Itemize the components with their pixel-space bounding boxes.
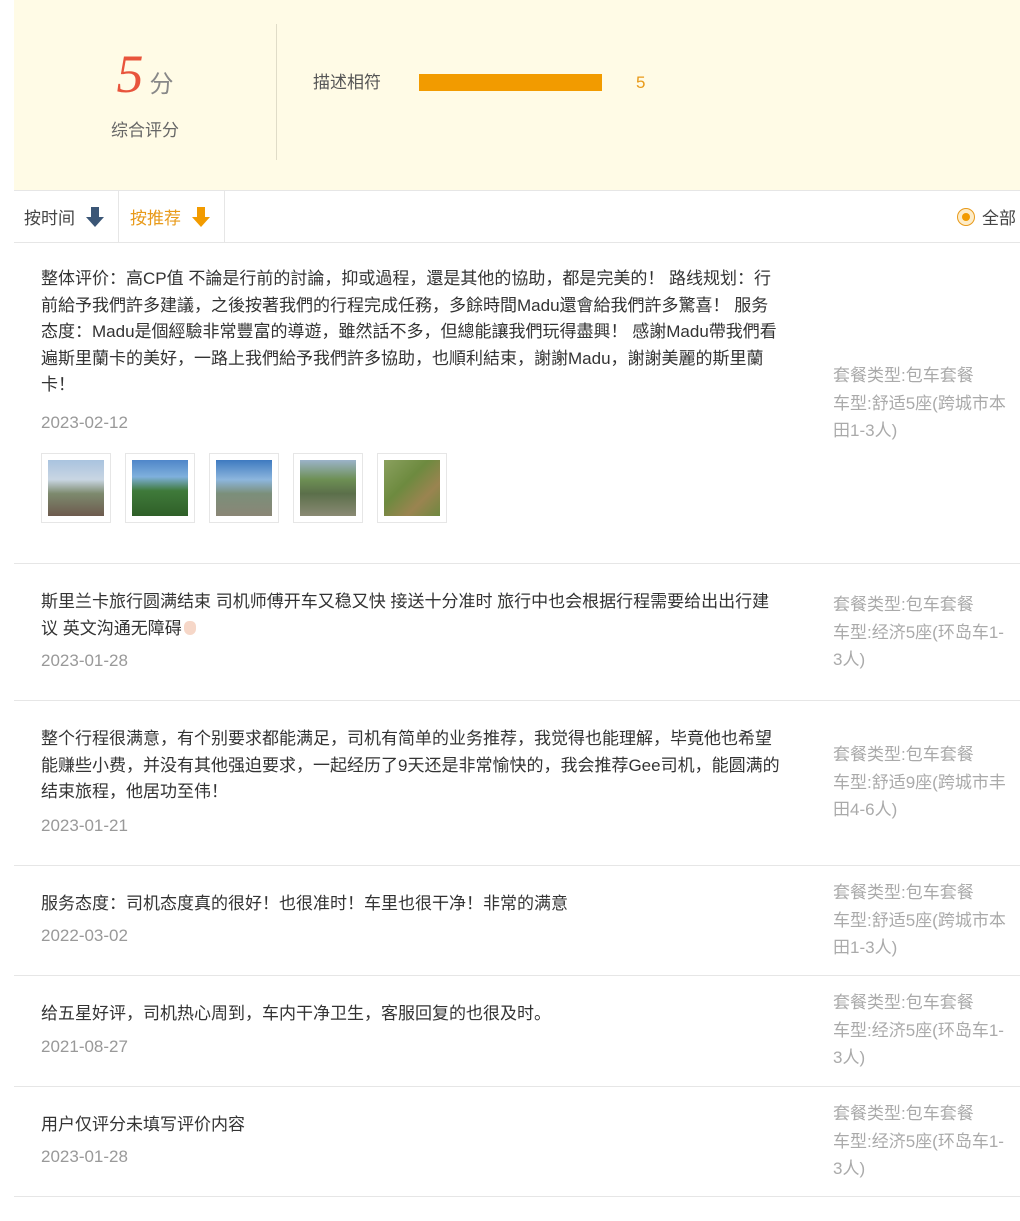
summary-divider [276,24,277,160]
review-item: 整体评价：高CP值 不論是行前的討論，抑或過程，還是其他的協助，都是完美的！ 路… [14,243,1020,564]
review-car-type: 车型:经济5座(环岛车1-3人) [833,622,1004,670]
review-car-type: 车型:舒适5座(跨城市本田1-3人) [833,393,1006,441]
arrow-down-icon [192,206,210,227]
ok-hand-emoji-icon [183,620,196,635]
review-date: 2023-02-12 [41,413,128,432]
sort-bar: 按时间 按推荐 全部 [14,191,1020,243]
photo-rock-icon[interactable] [293,453,363,523]
metric-bar [419,74,602,91]
review-car-type: 车型:经济5座(环岛车1-3人) [833,1020,1004,1068]
sort-by-time-label: 按时间 [24,209,75,228]
overall-score-box: 5分 综合评分 [14,0,276,190]
photo-cliff-icon[interactable] [41,453,111,523]
review-car-type: 车型:经济5座(环岛车1-3人) [833,1131,1004,1179]
review-package-type: 套餐类型:包车套餐 [833,366,974,385]
review-text-content: 斯里兰卡旅行圆满结束 司机师傅开车又稳又快 接送十分准时 旅行中也会根据行程需要… [41,592,770,638]
review-text: 用户仅评分未填写评价内容 [41,1115,245,1134]
review-package-type: 套餐类型:包车套餐 [833,595,974,614]
review-item: 整个行程很满意，有个别要求都能满足，司机有简单的业务推荐，我觉得也能理解，毕竟他… [14,701,1020,866]
overall-score: 5分 [14,44,276,104]
photo-grass-icon[interactable] [377,453,447,523]
review-meta: 套餐类型:包车套餐 车型:舒适9座(跨城市丰田4-6人) [833,741,1013,824]
photo-valley-icon[interactable] [209,453,279,523]
review-meta: 套餐类型:包车套餐 车型:经济5座(环岛车1-3人) [833,989,1013,1072]
sort-by-time-button[interactable]: 按时间 [14,191,119,242]
review-date: 2023-01-28 [41,651,128,670]
review-package-type: 套餐类型:包车套餐 [833,883,974,902]
sort-by-recommend-button[interactable]: 按推荐 [120,191,225,242]
review-package-type: 套餐类型:包车套餐 [833,993,974,1012]
photo-trees-icon[interactable] [125,453,195,523]
review-date: 2023-01-28 [41,1147,128,1166]
filter-all-label: 全部 [982,209,1016,228]
filter-all-radio[interactable]: 全部 [957,191,1016,242]
review-item: 服务态度：司机态度真的很好！也很准时！车里也很干净！非常的满意 2022-03-… [14,866,1020,976]
review-car-type: 车型:舒适5座(跨城市本田1-3人) [833,910,1006,958]
review-text: 斯里兰卡旅行圆满结束 司机师傅开车又稳又快 接送十分准时 旅行中也会根据行程需要… [41,589,783,642]
review-text: 服务态度：司机态度真的很好！也很准时！车里也很干净！非常的满意 [41,894,568,913]
review-item: 给五星好评，司机热心周到，车内干净卫生，客服回复的也很及时。 2021-08-2… [14,976,1020,1087]
rating-summary: 5分 综合评分 描述相符 5 [14,0,1020,191]
metric-label: 描述相符 [313,73,381,92]
review-date: 2021-08-27 [41,1037,128,1056]
arrow-down-icon [86,206,104,227]
review-meta: 套餐类型:包车套餐 车型:经济5座(环岛车1-3人) [833,1100,1013,1183]
metric-bar-fill [419,74,602,91]
review-meta: 套餐类型:包车套餐 车型:舒适5座(跨城市本田1-3人) [833,879,1013,962]
metric-value: 5 [636,73,646,92]
radio-selected-icon [957,207,975,226]
review-text: 整个行程很满意，有个别要求都能满足，司机有简单的业务推荐，我觉得也能理解，毕竟他… [41,729,780,801]
review-item: 斯里兰卡旅行圆满结束 司机师傅开车又稳又快 接送十分准时 旅行中也会根据行程需要… [14,564,1020,701]
review-date: 2022-03-02 [41,926,128,945]
sort-by-recommend-label: 按推荐 [130,209,181,228]
review-text: 整体评价：高CP值 不論是行前的討論，抑或過程，還是其他的協助，都是完美的！ 路… [41,269,777,394]
review-car-type: 车型:舒适9座(跨城市丰田4-6人) [833,772,1006,820]
overall-score-unit: 分 [149,71,174,98]
review-date: 2023-01-21 [41,816,128,835]
review-photos [41,453,461,523]
review-package-type: 套餐类型:包车套餐 [833,745,974,764]
overall-score-label: 综合评分 [111,121,179,140]
review-meta: 套餐类型:包车套餐 车型:舒适5座(跨城市本田1-3人) [833,362,1013,445]
review-text: 给五星好评，司机热心周到，车内干净卫生，客服回复的也很及时。 [41,1004,551,1023]
review-item: 用户仅评分未填写评价内容 2023-01-28 套餐类型:包车套餐 车型:经济5… [14,1087,1020,1197]
overall-score-value: 5 [116,44,144,104]
review-package-type: 套餐类型:包车套餐 [833,1104,974,1123]
review-meta: 套餐类型:包车套餐 车型:经济5座(环岛车1-3人) [833,591,1013,674]
